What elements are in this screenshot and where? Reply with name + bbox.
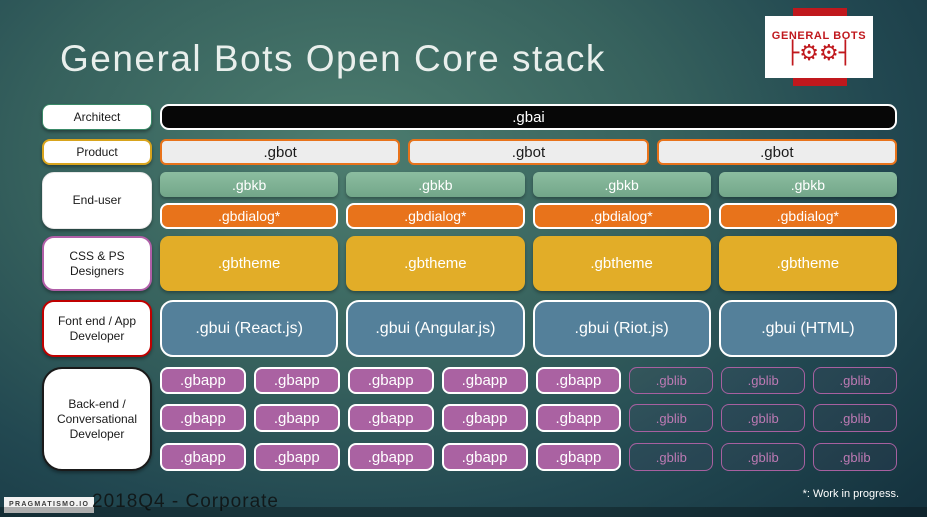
gbkb-box: .gbkb bbox=[718, 172, 897, 197]
row-gbai: .gbai bbox=[160, 104, 897, 130]
gblib-box: .gblib bbox=[629, 404, 714, 432]
role-label-backend-conversational-developer: Back-end / Conversational Developer bbox=[42, 367, 152, 471]
gbdialog-box: .gbdialog* bbox=[160, 203, 339, 229]
gbot-box: .gbot bbox=[656, 139, 897, 165]
gbui-angular-box: .gbui (Angular.js) bbox=[346, 300, 525, 357]
row-backend-3: .gbapp .gbapp .gbapp .gbapp .gbapp .gbli… bbox=[160, 443, 897, 471]
gbapp-box: .gbapp bbox=[347, 367, 434, 394]
row-gbdialog: .gbdialog* .gbdialog* .gbdialog* .gbdial… bbox=[160, 203, 897, 229]
role-label-product: Product bbox=[42, 139, 152, 165]
logo-wordmark: GENERAL BOTS bbox=[771, 29, 867, 42]
gbui-html-box: .gbui (HTML) bbox=[718, 300, 897, 357]
gbapp-box: .gbapp bbox=[535, 367, 622, 394]
page-title: General Bots Open Core stack bbox=[60, 38, 606, 79]
gblib-box: .gblib bbox=[629, 367, 714, 394]
gbapp-box: .gbapp bbox=[160, 367, 246, 394]
role-label-css-ps-designers: CSS & PS Designers bbox=[42, 236, 152, 291]
general-bots-logo: GENERAL BOTS ├⚙⚙┤ bbox=[765, 16, 873, 78]
gbui-react-box: .gbui (React.js) bbox=[160, 300, 339, 357]
gbot-box: .gbot bbox=[160, 139, 401, 165]
role-label-architect: Architect bbox=[42, 104, 152, 130]
gbkb-box: .gbkb bbox=[532, 172, 711, 197]
gbtheme-box: .gbtheme bbox=[718, 236, 897, 291]
row-gbkb: .gbkb .gbkb .gbkb .gbkb bbox=[160, 172, 897, 197]
gbapp-box: .gbapp bbox=[253, 443, 340, 471]
gblib-box: .gblib bbox=[813, 404, 897, 432]
row-backend-1: .gbapp .gbapp .gbapp .gbapp .gbapp .gbli… bbox=[160, 367, 897, 394]
gbapp-box: .gbapp bbox=[347, 443, 434, 471]
gbui-riot-box: .gbui (Riot.js) bbox=[532, 300, 711, 357]
row-gbot: .gbot .gbot .gbot bbox=[160, 139, 897, 165]
role-label-end-user: End-user bbox=[42, 172, 152, 229]
gbapp-box: .gbapp bbox=[441, 367, 528, 394]
gbdialog-box: .gbdialog* bbox=[346, 203, 525, 229]
gblib-box: .gblib bbox=[629, 443, 714, 471]
gbapp-box: .gbapp bbox=[160, 404, 246, 432]
gbkb-box: .gbkb bbox=[160, 172, 339, 197]
gbapp-box: .gbapp bbox=[535, 443, 622, 471]
gears-icon: ├⚙⚙┤ bbox=[786, 40, 852, 66]
slide-canvas: General Bots Open Core stack GENERAL BOT… bbox=[0, 0, 927, 517]
gbtheme-box: .gbtheme bbox=[160, 236, 339, 291]
gbapp-box: .gbapp bbox=[535, 404, 622, 432]
gblib-box: .gblib bbox=[813, 367, 897, 394]
gbot-box: .gbot bbox=[408, 139, 649, 165]
gbapp-box: .gbapp bbox=[253, 367, 340, 394]
gbapp-box: .gbapp bbox=[441, 443, 528, 471]
gbtheme-box: .gbtheme bbox=[532, 236, 711, 291]
gblib-box: .gblib bbox=[721, 367, 806, 394]
gblib-box: .gblib bbox=[721, 443, 806, 471]
gbapp-box: .gbapp bbox=[347, 404, 434, 432]
gbapp-box: .gbapp bbox=[441, 404, 528, 432]
role-label-frontend-app-developer: Font end / App Developer bbox=[42, 300, 152, 357]
gbdialog-box: .gbdialog* bbox=[718, 203, 897, 229]
row-gbui: .gbui (React.js) .gbui (Angular.js) .gbu… bbox=[160, 300, 897, 357]
gbapp-box: .gbapp bbox=[253, 404, 340, 432]
gbapp-box: .gbapp bbox=[160, 443, 246, 471]
row-gbtheme: .gbtheme .gbtheme .gbtheme .gbtheme bbox=[160, 236, 897, 291]
gbkb-box: .gbkb bbox=[346, 172, 525, 197]
gbtheme-box: .gbtheme bbox=[346, 236, 525, 291]
gbdialog-box: .gbdialog* bbox=[532, 203, 711, 229]
gbai-box: .gbai bbox=[160, 104, 897, 130]
row-backend-2: .gbapp .gbapp .gbapp .gbapp .gbapp .gbli… bbox=[160, 404, 897, 432]
bottom-shade bbox=[0, 507, 927, 517]
work-in-progress-note: *: Work in progress. bbox=[802, 488, 899, 500]
gblib-box: .gblib bbox=[813, 443, 897, 471]
gblib-box: .gblib bbox=[721, 404, 806, 432]
